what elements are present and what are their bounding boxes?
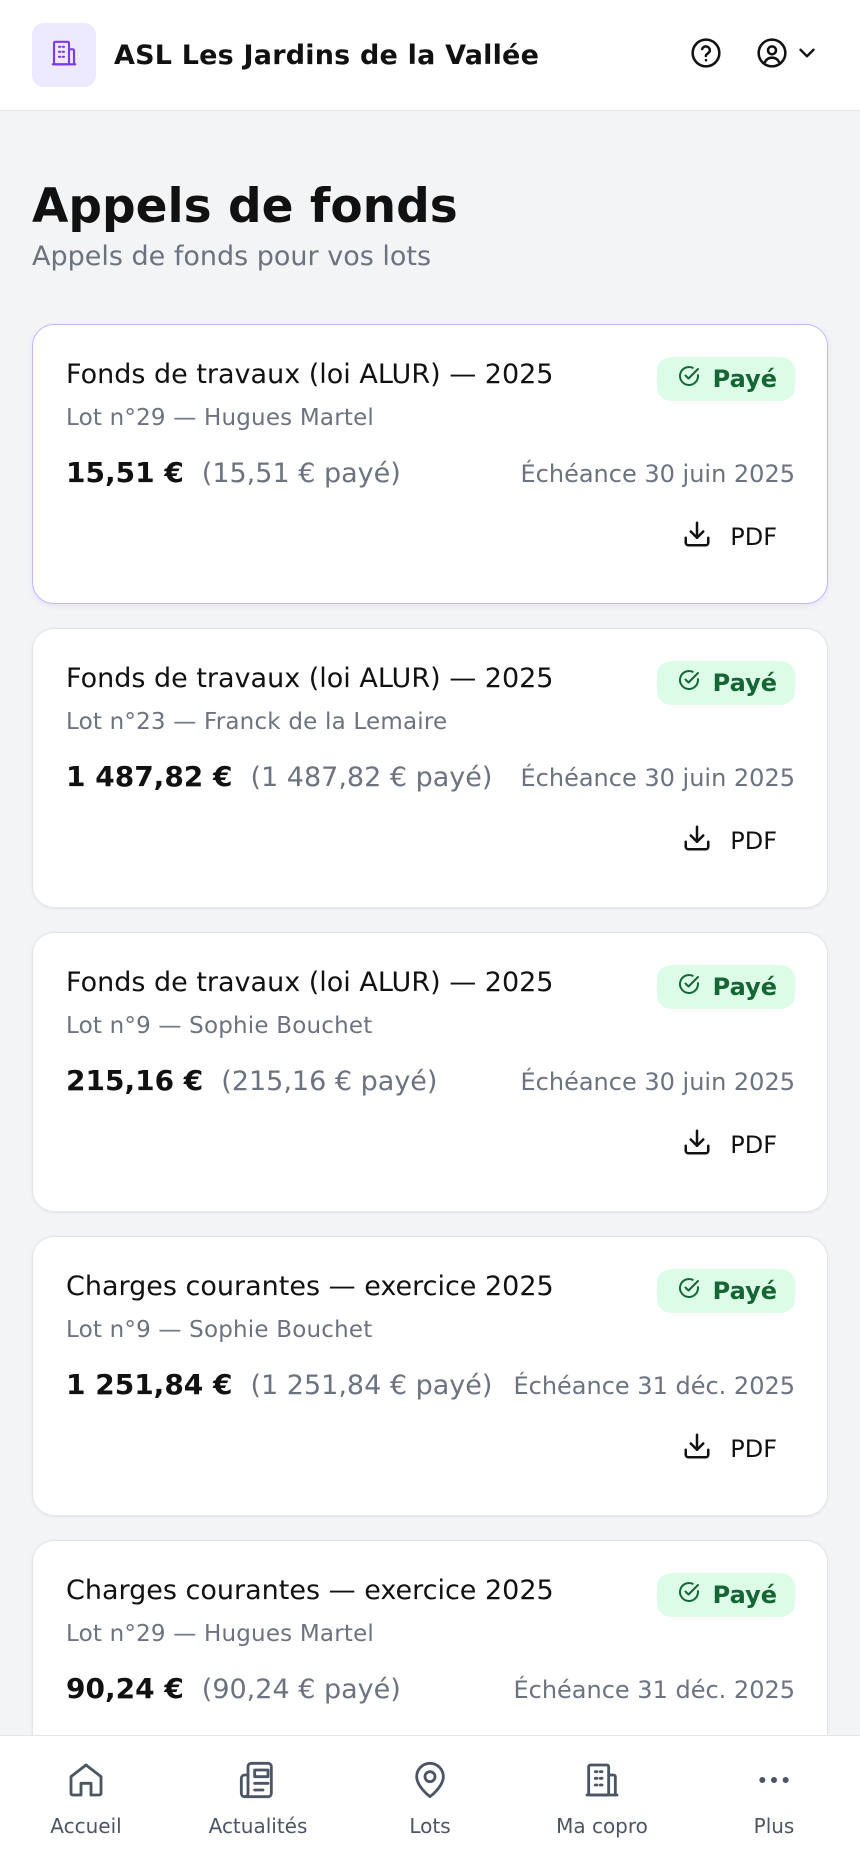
check-circle-icon [677, 668, 701, 698]
status-badge: Payé [656, 660, 795, 705]
funds-call-card[interactable]: Fonds de travaux (loi ALUR) — 2025 Payé … [32, 931, 828, 1212]
nav-label: Plus [753, 1814, 795, 1838]
nav-item-actualites[interactable]: Actualités [172, 1736, 344, 1864]
amount-row: 90,24 € (90,24 € payé) Échéance 31 déc. … [66, 1672, 795, 1705]
paid-amount: (1 487,82 € payé) [250, 761, 493, 793]
nav-label: Lots [409, 1814, 451, 1838]
help-circle-icon [690, 37, 722, 73]
amount: 15,51 € [66, 455, 184, 489]
building-icon [49, 38, 79, 72]
amount-row: 1 487,82 € (1 487,82 € payé) Échéance 30… [66, 760, 795, 793]
check-circle-icon [677, 972, 701, 1002]
nav-item-lots[interactable]: Lots [344, 1736, 516, 1864]
nav-item-ma-copro[interactable]: Ma copro [516, 1736, 688, 1864]
lot-owner: Lot n°9 — Sophie Bouchet [66, 1316, 373, 1343]
paid-amount: (15,51 € payé) [201, 457, 401, 489]
chevron-down-icon [794, 40, 820, 70]
check-circle-icon [677, 364, 701, 394]
download-icon [682, 823, 712, 859]
due-date: Échéance 30 juin 2025 [520, 763, 795, 792]
download-icon [682, 1431, 712, 1467]
funds-call-card[interactable]: Charges courantes — exercice 2025 Payé L… [32, 1235, 828, 1516]
nav-label: Ma copro [556, 1814, 648, 1838]
funds-call-card[interactable]: Fonds de travaux (loi ALUR) — 2025 Payé … [32, 627, 828, 908]
top-bar: ASL Les Jardins de la Vallée [0, 0, 860, 111]
nav-label: Accueil [50, 1814, 122, 1838]
bottom-nav: Accueil Actualités Lots Ma copro Plus [0, 1735, 860, 1864]
amount-row: 1 251,84 € (1 251,84 € payé) Échéance 31… [66, 1368, 795, 1401]
paid-amount: (215,16 € payé) [221, 1065, 438, 1097]
status-label: Payé [712, 1580, 777, 1609]
amount: 1 487,82 € [66, 759, 233, 793]
building-icon [582, 1760, 622, 1804]
status-label: Payé [712, 972, 777, 1001]
page-title: Appels de fonds [32, 179, 458, 234]
call-title: Fonds de travaux (loi ALUR) — 2025 [66, 358, 554, 390]
download-pdf-button[interactable]: PDF [682, 519, 777, 555]
pdf-label: PDF [730, 1434, 777, 1463]
lot-owner: Lot n°23 — Franck de la Lemaire [66, 708, 448, 735]
app-logo[interactable] [32, 23, 96, 87]
pdf-label: PDF [730, 1130, 777, 1159]
amount: 1 251,84 € [66, 1367, 233, 1401]
home-icon [66, 1760, 106, 1804]
call-title: Fonds de travaux (loi ALUR) — 2025 [66, 662, 554, 694]
download-pdf-button[interactable]: PDF [682, 823, 777, 859]
due-date: Échéance 30 juin 2025 [520, 1067, 795, 1096]
lot-owner: Lot n°9 — Sophie Bouchet [66, 1012, 373, 1039]
call-title: Charges courantes — exercice 2025 [66, 1270, 554, 1302]
download-pdf-button[interactable]: PDF [682, 1127, 777, 1163]
status-label: Payé [712, 1276, 777, 1305]
status-label: Payé [712, 668, 777, 697]
user-circle-icon [756, 37, 788, 73]
lot-owner: Lot n°29 — Hugues Martel [66, 404, 375, 431]
pdf-label: PDF [730, 522, 777, 551]
download-icon [682, 1127, 712, 1163]
check-circle-icon [677, 1276, 701, 1306]
status-badge: Payé [656, 1572, 795, 1617]
due-date: Échéance 30 juin 2025 [520, 459, 795, 488]
nav-item-accueil[interactable]: Accueil [0, 1736, 172, 1864]
check-circle-icon [677, 1580, 701, 1610]
newspaper-icon [238, 1760, 278, 1804]
app-title: ASL Les Jardins de la Vallée [114, 39, 540, 71]
download-icon [682, 519, 712, 555]
due-date: Échéance 31 déc. 2025 [513, 1675, 795, 1704]
amount: 215,16 € [66, 1063, 204, 1097]
amount-row: 215,16 € (215,16 € payé) Échéance 30 jui… [66, 1064, 795, 1097]
main-content: Appels de fonds Appels de fonds pour vos… [32, 111, 828, 1844]
funds-call-card[interactable]: Fonds de travaux (loi ALUR) — 2025 Payé … [32, 323, 828, 604]
amount-row: 15,51 € (15,51 € payé) Échéance 30 juin … [66, 456, 795, 489]
account-menu-button[interactable] [756, 31, 820, 79]
call-title: Fonds de travaux (loi ALUR) — 2025 [66, 966, 554, 998]
status-badge: Payé [656, 356, 795, 401]
status-badge: Payé [656, 1268, 795, 1313]
download-pdf-button[interactable]: PDF [682, 1431, 777, 1467]
lot-owner: Lot n°29 — Hugues Martel [66, 1620, 375, 1647]
status-label: Payé [712, 364, 777, 393]
page-subtitle: Appels de fonds pour vos lots [32, 240, 432, 272]
map-pin-icon [410, 1760, 450, 1804]
funds-call-list: Fonds de travaux (loi ALUR) — 2025 Payé … [32, 323, 828, 1820]
amount: 90,24 € [66, 1671, 184, 1705]
more-horizontal-icon [754, 1760, 794, 1804]
call-title: Charges courantes — exercice 2025 [66, 1574, 554, 1606]
status-badge: Payé [656, 964, 795, 1009]
pdf-label: PDF [730, 826, 777, 855]
paid-amount: (1 251,84 € payé) [250, 1369, 493, 1401]
paid-amount: (90,24 € payé) [201, 1673, 401, 1705]
nav-label: Actualités [208, 1814, 308, 1838]
due-date: Échéance 31 déc. 2025 [513, 1371, 795, 1400]
help-button[interactable] [682, 31, 730, 79]
nav-item-plus[interactable]: Plus [688, 1736, 860, 1864]
